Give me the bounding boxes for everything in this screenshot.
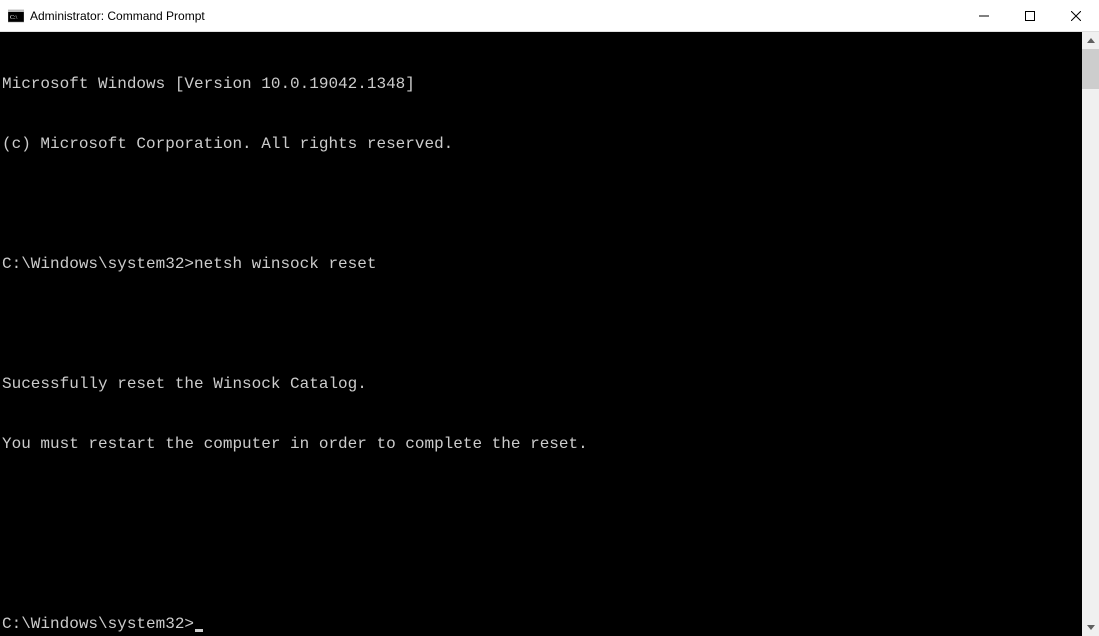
window-controls <box>961 0 1099 31</box>
chevron-up-icon <box>1087 38 1095 43</box>
terminal-line: C:\Windows\system32>netsh winsock reset <box>2 254 1082 274</box>
scroll-up-button[interactable] <box>1082 32 1099 49</box>
maximize-icon <box>1025 11 1035 21</box>
terminal-line: C:\Windows\system32> <box>2 614 1082 634</box>
minimize-button[interactable] <box>961 0 1007 31</box>
chevron-down-icon <box>1087 625 1095 630</box>
cmd-icon: C:\ <box>8 8 24 24</box>
content-area: Microsoft Windows [Version 10.0.19042.13… <box>0 32 1099 636</box>
prompt-text: C:\Windows\system32> <box>2 255 194 273</box>
prompt-text: C:\Windows\system32> <box>2 615 194 633</box>
terminal-cursor <box>195 629 203 632</box>
scroll-track[interactable] <box>1082 49 1099 619</box>
window-title: Administrator: Command Prompt <box>30 9 961 23</box>
svg-text:C:\: C:\ <box>10 15 18 21</box>
scroll-thumb[interactable] <box>1082 49 1099 89</box>
close-button[interactable] <box>1053 0 1099 31</box>
minimize-icon <box>979 11 989 21</box>
terminal-line <box>2 194 1082 214</box>
scroll-down-button[interactable] <box>1082 619 1099 636</box>
maximize-button[interactable] <box>1007 0 1053 31</box>
terminal-line <box>2 494 1082 514</box>
close-icon <box>1071 11 1081 21</box>
terminal-line <box>2 314 1082 334</box>
terminal-line: You must restart the computer in order t… <box>2 434 1082 454</box>
terminal-line: Microsoft Windows [Version 10.0.19042.13… <box>2 74 1082 94</box>
window-titlebar: C:\ Administrator: Command Prompt <box>0 0 1099 32</box>
terminal-line <box>2 554 1082 574</box>
terminal-line: (c) Microsoft Corporation. All rights re… <box>2 134 1082 154</box>
terminal-output[interactable]: Microsoft Windows [Version 10.0.19042.13… <box>0 32 1082 636</box>
terminal-line: Sucessfully reset the Winsock Catalog. <box>2 374 1082 394</box>
command-text: netsh winsock reset <box>194 255 376 273</box>
vertical-scrollbar[interactable] <box>1082 32 1099 636</box>
